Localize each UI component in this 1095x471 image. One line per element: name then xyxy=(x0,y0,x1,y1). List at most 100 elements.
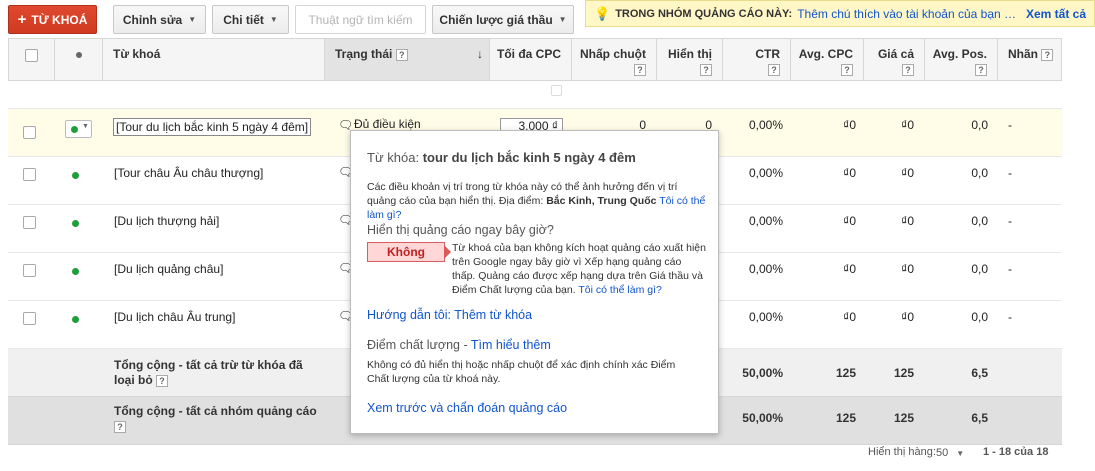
preview-diagnosis-link[interactable]: Xem trước và chẩn đoán quảng cáo xyxy=(367,401,567,415)
what-can-i-do-link-2[interactable]: Tôi có thể làm gì? xyxy=(578,284,661,296)
status-dropdown[interactable]: ▼ xyxy=(65,120,92,138)
keyword-text[interactable]: [Du lịch thượng hải] xyxy=(114,214,219,228)
header-status[interactable]: Trạng thái ? ↓ xyxy=(325,38,490,81)
add-keywords-link[interactable]: Thêm từ khóa xyxy=(454,308,532,322)
keyword-text[interactable]: [Tour châu Âu châu thượng] xyxy=(114,166,263,180)
avg-cpc-value: ₫0 xyxy=(843,310,856,324)
help-icon[interactable]: ? xyxy=(700,64,712,77)
edit-label: Chỉnh sửa xyxy=(122,12,183,27)
avg-cpc-value: ₫0 xyxy=(843,214,856,228)
help-icon[interactable]: ? xyxy=(841,64,853,77)
ctr-value: 0,00% xyxy=(748,310,783,324)
help-icon[interactable]: ? xyxy=(634,64,646,77)
pagination-range: 1 - 18 của 18 xyxy=(983,446,1049,458)
notice-label: TRONG NHÓM QUẢNG CÁO NÀY: xyxy=(615,7,793,20)
bid-strategy-dropdown[interactable]: Chiến lược giá thầu ▼ xyxy=(432,5,574,34)
lightbulb-icon: 💡 xyxy=(594,5,611,21)
header-status-dot xyxy=(55,38,103,81)
ctr-value: 0,00% xyxy=(748,214,783,228)
header-avg-cpc[interactable]: Avg. CPC? xyxy=(791,38,864,81)
details-dropdown[interactable]: Chi tiết ▼ xyxy=(212,5,289,34)
popup-title: Từ khóa: tour du lịch bắc kinh 5 ngày 4 … xyxy=(367,150,636,165)
guide-me-prefix[interactable]: Hướng dẫn tôi: xyxy=(367,308,451,322)
row-checkbox[interactable] xyxy=(23,264,36,277)
keyword-text[interactable]: [Du lịch quảng châu] xyxy=(114,262,223,276)
ad-rank-explanation: Từ khoá của bạn không kích hoạt quảng cá… xyxy=(452,241,707,297)
header-cost[interactable]: Giá cả? xyxy=(864,38,925,81)
search-terms-button[interactable]: Thuật ngữ tìm kiếm xyxy=(295,5,426,34)
total-label-line2: loại bỏ xyxy=(114,373,153,387)
cost-value: ₫0 xyxy=(901,214,914,228)
total-label: Tổng cộng - tất cả trừ từ khóa đã xyxy=(114,358,303,372)
header-max-cpc[interactable]: Tối đa CPC xyxy=(490,38,572,81)
add-keyword-label: TỪ KHOÁ xyxy=(31,12,88,27)
rows-per-page-select[interactable]: 50 ▼ xyxy=(936,444,972,462)
enabled-dot-icon xyxy=(72,172,79,179)
ad-showing-question: Hiển thị quảng cáo ngay bây giờ? xyxy=(367,223,554,237)
header-keyword-label: Từ khoá xyxy=(113,47,161,61)
not-showing-badge: Không xyxy=(367,242,445,262)
help-icon[interactable]: ? xyxy=(395,48,408,61)
avg-cpc-value: ₫0 xyxy=(843,118,856,132)
header-clicks[interactable]: Nhấp chuột? xyxy=(572,38,657,81)
learn-more-link[interactable]: Tìm hiểu thêm xyxy=(471,338,551,352)
help-icon[interactable]: ? xyxy=(975,64,987,77)
header-impressions[interactable]: Hiển thị? xyxy=(657,38,723,81)
rows-per-page-label: Hiển thị hàng: xyxy=(868,446,936,458)
enabled-dot-icon xyxy=(72,220,79,227)
total-avg-cpc: 125 xyxy=(835,366,856,380)
chevron-down-icon: ▼ xyxy=(82,123,89,130)
keyword-text[interactable]: [Tour du lịch bắc kinh 5 ngày 4 đêm] xyxy=(113,118,312,136)
header-cost-label: Giá cả xyxy=(877,47,914,61)
header-ctr[interactable]: CTR? xyxy=(723,38,791,81)
popup-title-prefix: Từ khóa: xyxy=(367,150,420,165)
row-checkbox[interactable] xyxy=(23,168,36,181)
header-keyword[interactable]: Từ khoá xyxy=(103,38,325,81)
help-icon[interactable]: ? xyxy=(768,64,780,77)
chevron-down-icon: ▼ xyxy=(558,15,567,24)
enabled-dot-icon xyxy=(72,316,79,323)
help-icon[interactable]: ? xyxy=(114,420,126,433)
row-checkbox[interactable] xyxy=(23,126,36,139)
help-icon[interactable]: ? xyxy=(902,64,914,77)
header-clicks-label: Nhấp chuột xyxy=(580,47,646,61)
quality-score-heading: Điểm chất lượng - Tìm hiểu thêm xyxy=(367,338,551,352)
total-ctr: 50,00% xyxy=(742,366,783,380)
add-keyword-button[interactable]: + TỪ KHOÁ xyxy=(8,5,97,34)
sort-arrow-down-icon: ↓ xyxy=(477,47,483,61)
header-labels[interactable]: Nhãn ? xyxy=(998,38,1062,81)
select-all-checkbox[interactable] xyxy=(25,49,38,62)
total-avg-pos: 6,5 xyxy=(971,366,988,380)
quality-score-label: Điểm chất lượng - xyxy=(367,338,468,352)
notice-link[interactable]: Thêm chú thích vào tài khoản của bạn … xyxy=(797,7,1016,21)
chevron-down-icon: ▼ xyxy=(269,15,278,24)
help-icon[interactable]: ? xyxy=(1041,48,1054,61)
details-label: Chi tiết xyxy=(223,12,264,27)
header-select-all xyxy=(8,38,55,81)
keyword-text[interactable]: [Du lịch châu Âu trung] xyxy=(114,310,235,324)
keyword-diagnosis-popup: Từ khóa: tour du lịch bắc kinh 5 ngày 4 … xyxy=(350,130,719,434)
ctr-value: 0,00% xyxy=(748,118,783,132)
header-avg-pos[interactable]: Avg. Pos.? xyxy=(925,38,998,81)
labels-value: - xyxy=(1008,118,1012,132)
labels-value: - xyxy=(1008,262,1012,276)
cost-value: ₫0 xyxy=(901,310,914,324)
help-icon[interactable]: ? xyxy=(156,374,169,387)
row-checkbox[interactable] xyxy=(23,216,36,229)
bid-strategy-label: Chiến lược giá thầu xyxy=(439,12,553,27)
row-checkbox[interactable] xyxy=(551,85,562,96)
chevron-down-icon: ▼ xyxy=(188,15,197,24)
status-dot-icon xyxy=(76,52,82,58)
row-checkbox[interactable] xyxy=(23,312,36,325)
labels-value: - xyxy=(1008,166,1012,180)
quality-score-note: Không có đủ hiển thị hoặc nhấp chuột để … xyxy=(367,359,676,385)
location-value: Bắc Kinh, Trung Quốc xyxy=(546,195,657,207)
cost-value: ₫0 xyxy=(901,118,914,132)
see-all-link[interactable]: Xem tất cả xyxy=(1026,7,1086,21)
header-max-cpc-label: Tối đa CPC xyxy=(496,47,561,61)
edit-dropdown[interactable]: Chỉnh sửa ▼ xyxy=(113,5,206,34)
avg-cpc-value: ₫0 xyxy=(843,166,856,180)
ad-group-notice: 💡 TRONG NHÓM QUẢNG CÁO NÀY: Thêm chú thí… xyxy=(585,0,1095,27)
ctr-value: 0,00% xyxy=(748,166,783,180)
location-note: Các điều khoản vị trí trong từ khóa này … xyxy=(367,180,707,222)
